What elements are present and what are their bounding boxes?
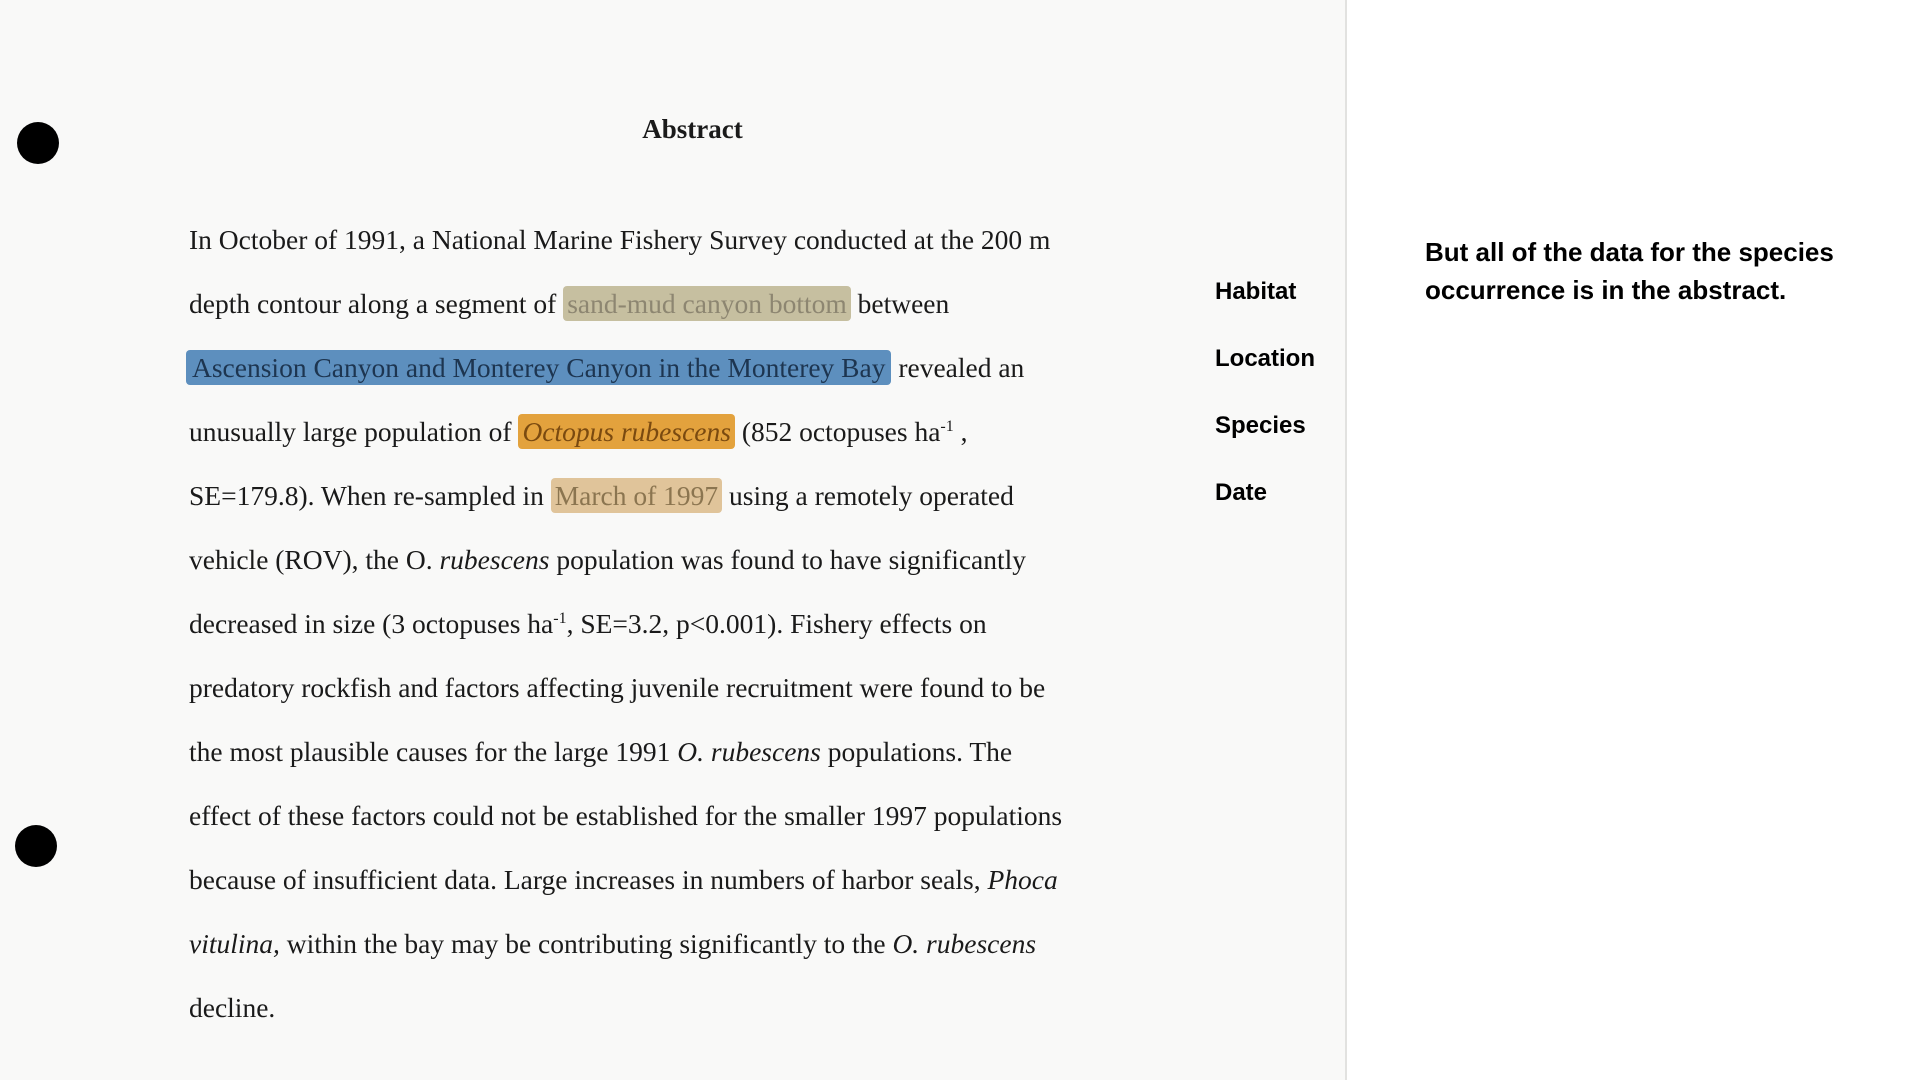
date-label: Date	[1215, 479, 1268, 506]
abstract-line-2: depth contour along a segment of sand-mu…	[189, 272, 1199, 336]
habitat-label: Habitat	[1215, 278, 1297, 305]
line-text: between	[850, 288, 950, 319]
species-label: Species	[1215, 412, 1306, 439]
line-text: (852 octopuses ha	[734, 416, 941, 447]
habitat-highlight: sand-mud canyon bottom	[563, 286, 851, 321]
line-text: ,	[953, 416, 968, 447]
line-text: the most plausible causes for the large …	[189, 736, 678, 767]
punch-hole-bottom	[15, 825, 57, 867]
line-text: unusually large population of	[189, 416, 519, 447]
line-text: because of insufficient data. Large incr…	[189, 864, 988, 895]
line-text: predatory rockfish and factors affecting…	[189, 672, 1046, 703]
abstract-line-6: vehicle (ROV), the O. rubescens populati…	[189, 528, 1199, 592]
line-text: using a remotely operated	[722, 480, 1014, 511]
italic-text: O. rubescens	[892, 928, 1037, 959]
date-highlight: March of 1997	[550, 478, 723, 513]
location-highlight: Ascension Canyon and Monterey Canyon in …	[186, 350, 892, 385]
abstract-line-3: Ascension Canyon and Monterey Canyon in …	[186, 336, 1199, 400]
location-label: Location	[1215, 345, 1315, 372]
italic-text: O. rubescens	[677, 736, 821, 767]
line-text: decreased in size (3 octopuses ha	[189, 608, 554, 639]
line-text: population was found to have significant…	[549, 544, 1027, 575]
abstract-line-8: predatory rockfish and factors affecting…	[189, 656, 1199, 720]
line-text: revealed an	[891, 352, 1025, 383]
abstract-title: Abstract	[642, 114, 743, 144]
line-text: vehicle (ROV), the O.	[189, 544, 440, 575]
line-text: SE=179.8). When re-sampled in	[189, 480, 551, 511]
line-text: effect of these factors could not be est…	[189, 800, 1063, 831]
italic-text: vitulina,	[189, 928, 280, 959]
abstract-line-4: unusually large population of Octopus ru…	[189, 400, 1199, 464]
italic-text: Phoca	[987, 864, 1058, 895]
annotation-note: But all of the data for the species occu…	[1425, 237, 1834, 305]
slide: Abstract In October of 1991, a National …	[0, 0, 1920, 1080]
line-text: depth contour along a segment of	[189, 288, 564, 319]
line-text: within the bay may be contributing signi…	[279, 928, 893, 959]
line-text: , SE=3.2, p<0.001). Fishery effects on	[566, 608, 987, 639]
abstract-line-11: because of insufficient data. Large incr…	[189, 848, 1199, 912]
italic-text: rubescens	[439, 544, 550, 575]
abstract-line-13: decline.	[189, 976, 1199, 1040]
line-text: In October of 1991, a National Marine Fi…	[189, 224, 1051, 255]
abstract-line-9: the most plausible causes for the large …	[189, 720, 1199, 784]
abstract-line-7: decreased in size (3 octopuses ha-1, SE=…	[189, 592, 1199, 656]
line-text: decline.	[189, 992, 276, 1023]
species-highlight: Octopus rubescens	[518, 414, 735, 449]
abstract-line-10: effect of these factors could not be est…	[189, 784, 1199, 848]
abstract-line-1: In October of 1991, a National Marine Fi…	[189, 208, 1199, 272]
abstract-line-5: SE=179.8). When re-sampled in March of 1…	[189, 464, 1199, 528]
abstract-line-12: vitulina, within the bay may be contribu…	[189, 912, 1199, 976]
superscript: -1	[553, 610, 567, 627]
abstract-body: In October of 1991, a National Marine Fi…	[186, 208, 1199, 1040]
line-text: populations. The	[820, 736, 1013, 767]
superscript: -1	[940, 418, 954, 435]
scanned-page: Abstract In October of 1991, a National …	[0, 0, 1347, 1080]
